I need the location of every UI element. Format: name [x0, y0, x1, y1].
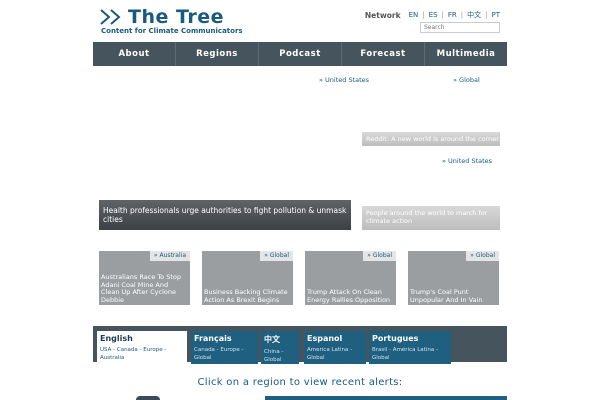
language-tab-chinese[interactable]: 中文 China - Global: [261, 331, 299, 364]
search-input[interactable]: [420, 22, 500, 33]
language-tab-english[interactable]: English USA - Canada - Europe - Australi…: [97, 331, 187, 364]
card-title[interactable]: Trump's Coal Punt Unpopular And In Vain: [410, 288, 497, 304]
network-link-pt[interactable]: PT: [492, 11, 501, 19]
language-tab-name: Portugues: [372, 334, 419, 343]
region-prompt: Click on a region to view recent alerts:: [197, 377, 403, 388]
language-tabs: English USA - Canada - Europe - Australi…: [93, 326, 507, 364]
map-region-bar[interactable]: [265, 396, 507, 400]
main-nav: About Regions Podcast Forecast Multimedi…: [93, 42, 507, 66]
feature-main-caption[interactable]: Health professionals urge authorities to…: [99, 200, 351, 230]
feature-side2-caption[interactable]: People around the world to march for cli…: [362, 206, 500, 230]
card-region-link[interactable]: » Global: [363, 251, 396, 261]
language-tab-espanol[interactable]: Espanol America Latina - Global: [304, 331, 366, 364]
nav-about[interactable]: About: [93, 42, 176, 66]
feature-main-region-link[interactable]: » United States: [319, 76, 369, 84]
card-title[interactable]: Australians Race To Stop Adani Coal Mine…: [101, 273, 188, 304]
site-tagline: Content for Climate Communicators: [101, 27, 243, 35]
network-language-links: Network EN | ES | FR | 中文 | PT: [364, 10, 501, 20]
network-link-zh[interactable]: 中文: [467, 10, 481, 20]
language-tab-portugues[interactable]: Portugues Brasil - América Latina - Glob…: [369, 331, 451, 364]
language-tab-regions[interactable]: Brasil - América Latina - Global: [372, 346, 448, 362]
nav-forecast[interactable]: Forecast: [342, 42, 425, 66]
card-region-link[interactable]: » Australia: [149, 251, 190, 261]
nav-podcast[interactable]: Podcast: [259, 42, 342, 66]
feature-side2-region-link[interactable]: » United States: [442, 157, 492, 165]
language-tab-name: 中文: [264, 335, 280, 344]
card-title[interactable]: Business Backing Climate Action As Brexi…: [204, 288, 291, 304]
language-tab-name: Français: [194, 334, 232, 343]
language-tab-francais[interactable]: Français Canada - Europe - Global: [191, 331, 258, 364]
story-card[interactable]: » Global Business Backing Climate Action…: [202, 251, 293, 305]
nav-multimedia[interactable]: Multimedia: [425, 42, 507, 66]
card-region-link[interactable]: » Global: [260, 251, 293, 261]
double-chevron-icon: [100, 9, 121, 25]
network-link-es[interactable]: ES: [429, 11, 438, 19]
feature-side1-region-link[interactable]: » Global: [453, 76, 480, 84]
nav-regions[interactable]: Regions: [176, 42, 259, 66]
story-card[interactable]: » Australia Australians Race To Stop Ada…: [99, 251, 190, 305]
language-tab-name: Espanol: [307, 334, 343, 343]
story-card[interactable]: » Global Trump Attack On Clean Energy Ra…: [305, 251, 396, 305]
language-tab-regions[interactable]: Canada - Europe - Global: [194, 346, 255, 362]
card-title[interactable]: Trump Attack On Clean Energy Rallies Opp…: [307, 288, 394, 304]
site-title: The Tree: [128, 6, 225, 28]
story-card[interactable]: » Global Trump's Coal Punt Unpopular And…: [408, 251, 499, 305]
feature-side1-caption[interactable]: Reddit: A new world is around the corner: [362, 132, 500, 146]
network-link-en[interactable]: EN: [409, 11, 419, 19]
card-region-link[interactable]: » Global: [466, 251, 499, 261]
language-tab-regions[interactable]: America Latina - Global: [307, 346, 363, 362]
map-region-shape[interactable]: [136, 396, 160, 400]
language-tab-name: English: [100, 334, 133, 343]
language-tab-regions[interactable]: USA - Canada - Europe - Australia: [100, 346, 184, 362]
network-link-fr[interactable]: FR: [448, 11, 457, 19]
language-tab-regions[interactable]: China - Global: [264, 348, 296, 364]
network-label: Network: [364, 10, 401, 20]
